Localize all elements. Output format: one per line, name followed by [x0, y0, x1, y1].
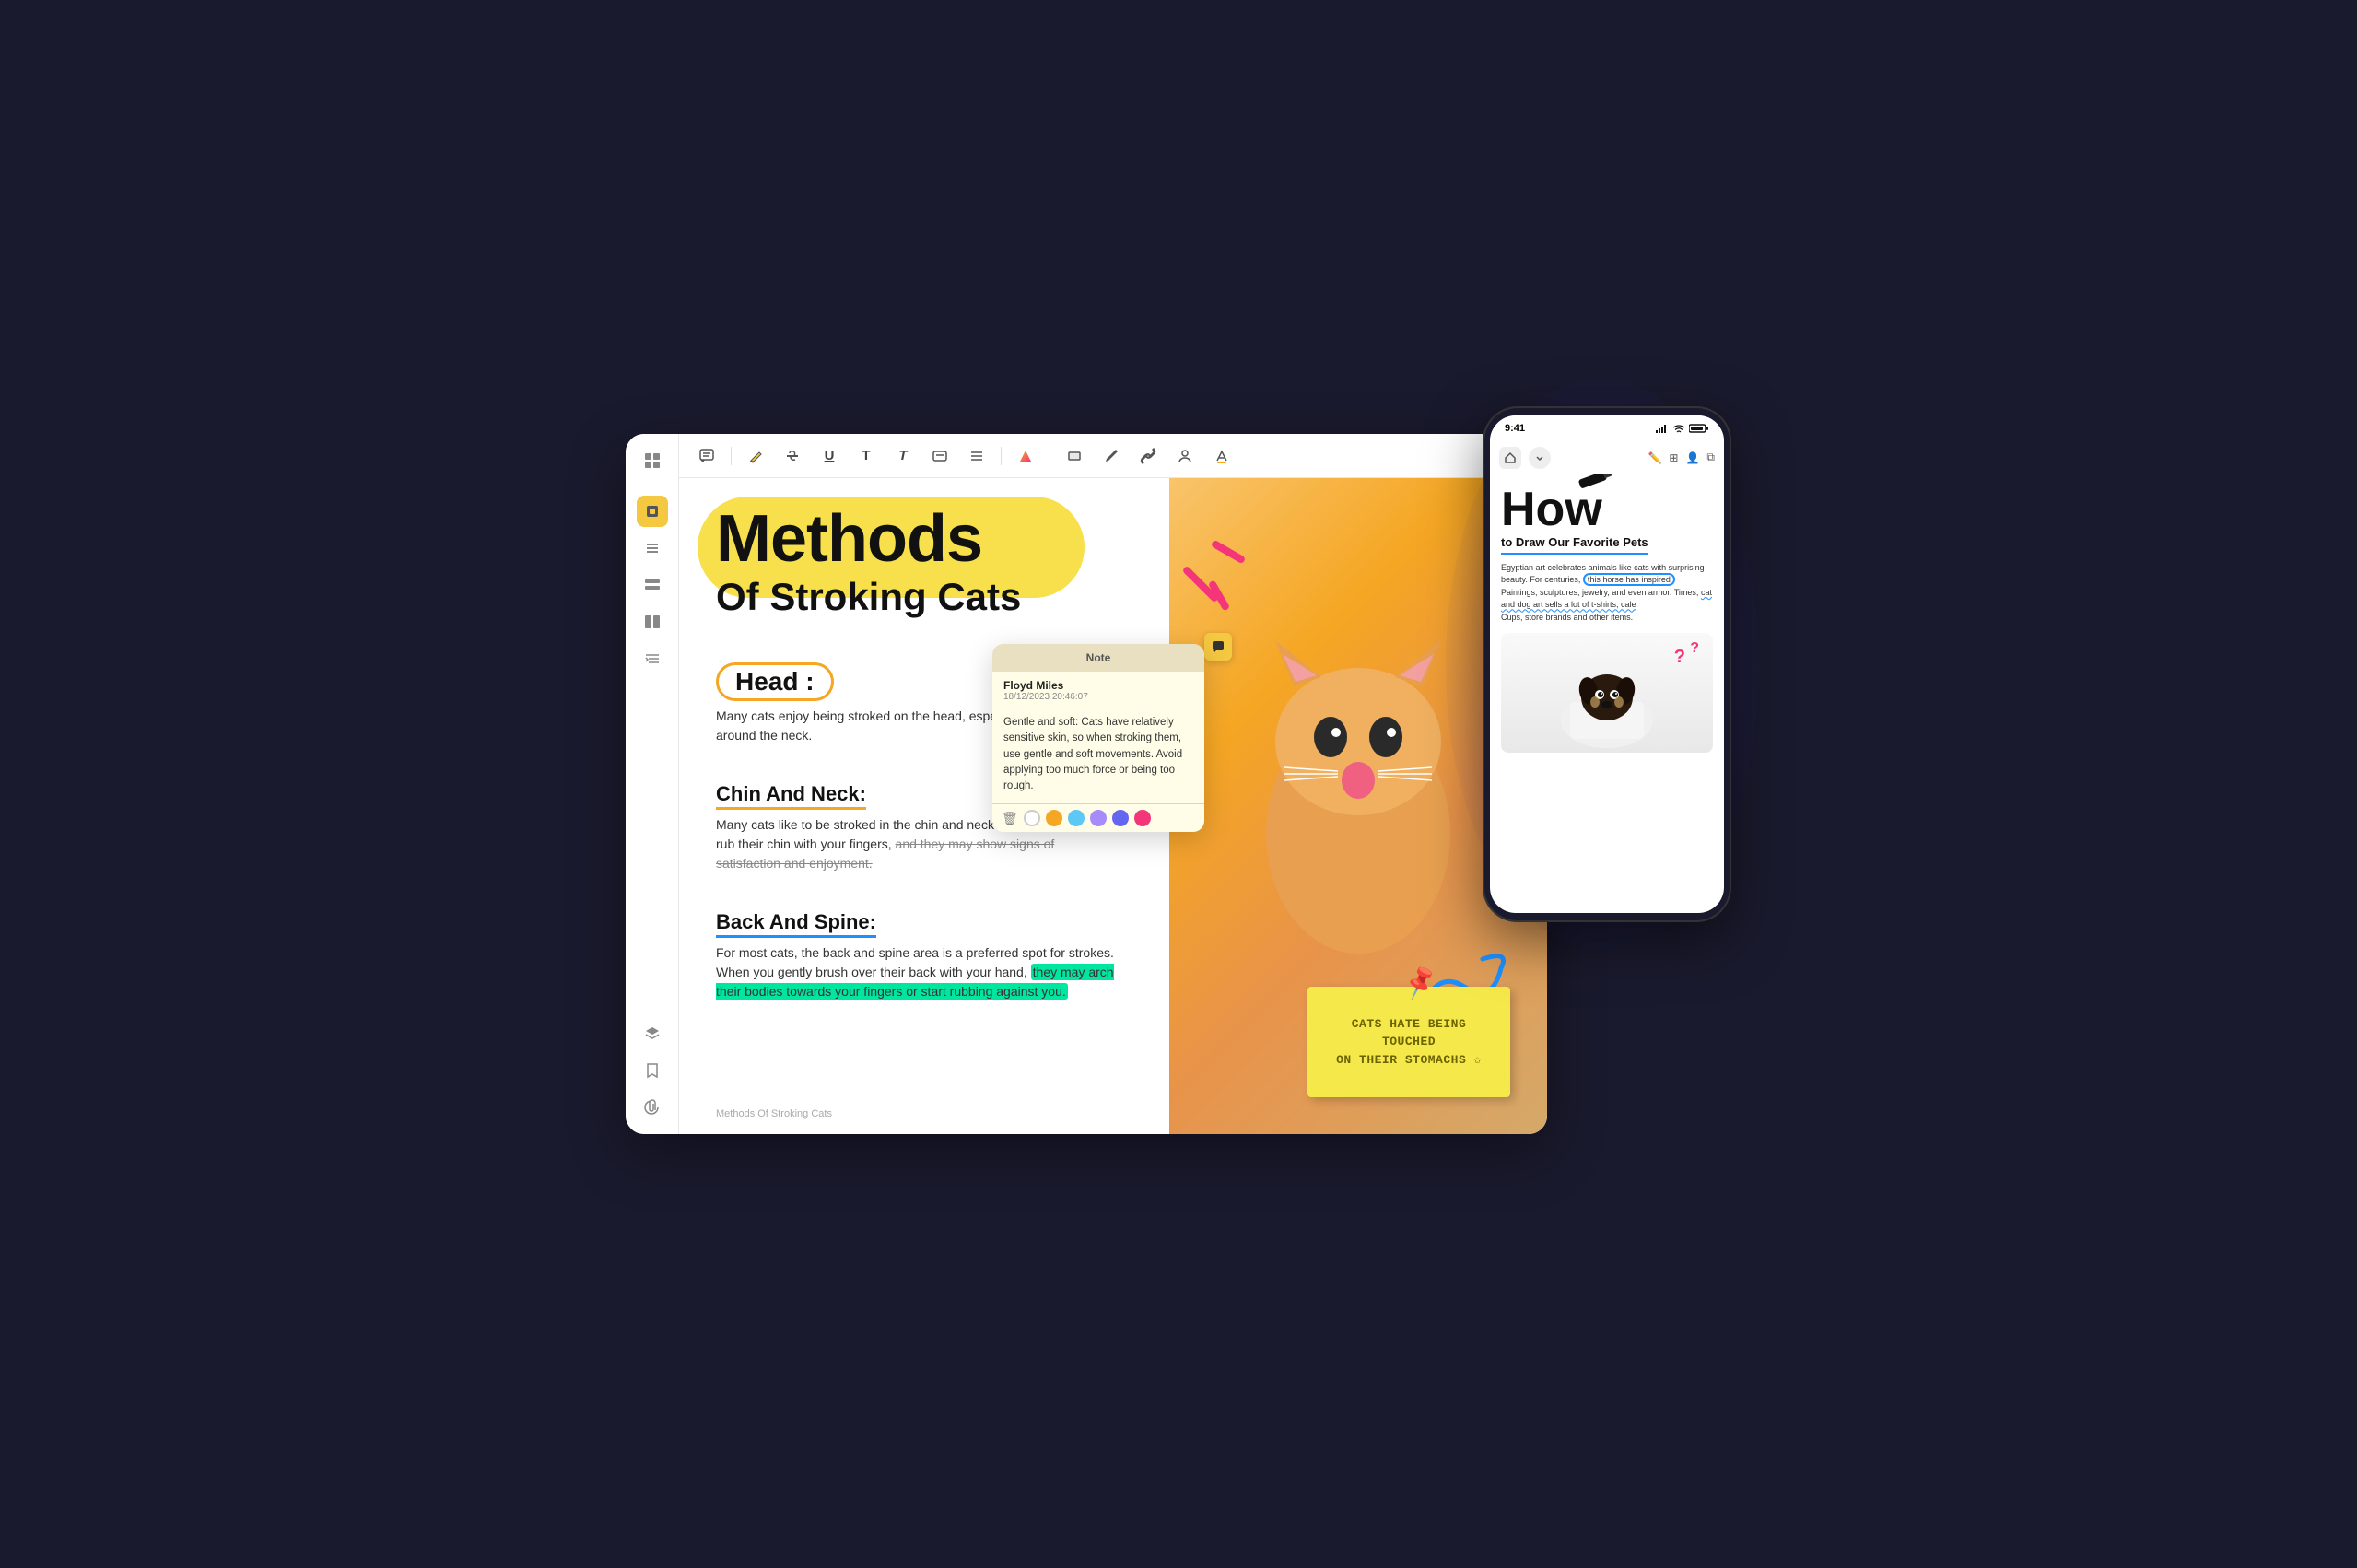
- main-area: U T T: [679, 434, 1547, 1134]
- phone-title-how: How: [1501, 486, 1602, 533]
- toolbar-bold-text-icon[interactable]: T: [890, 443, 916, 469]
- section2-body1: Many cats like to be stroked in the chin…: [716, 817, 1027, 832]
- sidebar-icon-bookmark[interactable]: [637, 1055, 668, 1086]
- phone-signal-icons: [1656, 424, 1709, 433]
- doc-footer: Methods Of Stroking Cats: [716, 1108, 832, 1119]
- phone-person-icon[interactable]: 👤: [1685, 451, 1699, 464]
- scene: U T T: [626, 406, 1731, 1162]
- phone-status-bar: 9:41: [1490, 415, 1724, 441]
- phone-share-icon[interactable]: ⊞: [1669, 451, 1678, 464]
- toolbar-person-icon[interactable]: [1172, 443, 1198, 469]
- section3-body: For most cats, the back and spine area i…: [716, 943, 1140, 1001]
- toolbar-rectangle-icon[interactable]: [1061, 443, 1087, 469]
- section2-body3: satisfaction and enjoyment.: [716, 856, 873, 871]
- back-spine-title: Back And Spine:: [716, 910, 876, 938]
- toolbar-comment-icon[interactable]: [694, 443, 720, 469]
- note-popup: Note Floyd Miles 18/12/2023 20:46:07 Gen…: [992, 644, 1204, 832]
- phone-copy-icon[interactable]: ⧉: [1706, 451, 1715, 464]
- doc-title-methods: Methods: [716, 506, 1510, 572]
- qmark1: ?: [1674, 647, 1685, 668]
- phone-doc-content: How to Draw Our Favorite Pets Egyptian a…: [1490, 474, 1724, 913]
- toolbar-strikethrough-icon[interactable]: [780, 443, 805, 469]
- doc-content: Methods Of Stroking Cats Head : Many cat…: [679, 478, 1547, 1134]
- phone-time: 9:41: [1505, 423, 1525, 434]
- toolbar-fontcolor-icon[interactable]: [1209, 443, 1235, 469]
- qmark2: ?: [1690, 640, 1699, 657]
- toolbar-text-icon[interactable]: T: [853, 443, 879, 469]
- sidebar-icon-highlight[interactable]: [637, 496, 668, 527]
- toolbar-textbox-icon[interactable]: [927, 443, 953, 469]
- phone-highlighted-text: this horse has inspired: [1583, 573, 1675, 586]
- note-date: 18/12/2023 20:46:07: [1003, 692, 1193, 702]
- phone-dog-image: ? ?: [1501, 633, 1713, 753]
- sidebar-icon-grid[interactable]: [637, 445, 668, 476]
- toolbar-list-icon[interactable]: [964, 443, 990, 469]
- note-trash-icon[interactable]: 🗑: [1002, 811, 1018, 826]
- note-color-blue[interactable]: [1068, 810, 1085, 826]
- toolbar-sep2: [1001, 447, 1002, 465]
- note-footer: 🗑: [992, 803, 1204, 832]
- phone-title-container: How: [1501, 486, 1602, 533]
- toolbar-link-icon[interactable]: [1135, 443, 1161, 469]
- note-author: Floyd Miles: [1003, 679, 1193, 692]
- phone-body2: Paintings, sculptures, jewelry, and even…: [1501, 588, 1698, 597]
- toolbar-gradient-icon[interactable]: [1013, 443, 1038, 469]
- chin-neck-title: Chin And Neck:: [716, 782, 866, 810]
- sidebar-icon-list[interactable]: [637, 532, 668, 564]
- sidebar-icon-layers[interactable]: [637, 1018, 668, 1049]
- note-trigger-icon[interactable]: [1204, 633, 1232, 661]
- phone: 9:41 ✏️ ⊞ 👤 ⧉: [1483, 406, 1731, 922]
- note-color-white[interactable]: [1024, 810, 1040, 826]
- doc-title-sub: Of Stroking Cats: [716, 576, 1510, 618]
- sidebar-icon-grid2[interactable]: [637, 569, 668, 601]
- phone-body-text: Egyptian art celebrates animals like cat…: [1501, 562, 1713, 625]
- sticky-note-text: CATS HATE BEING TOUCHEDON THEIR STOMACHS…: [1322, 1015, 1495, 1070]
- sticky-note-bottom: CATS HATE BEING TOUCHEDON THEIR STOMACHS…: [1307, 987, 1510, 1097]
- section2-body2: rub their chin with your fingers,: [716, 837, 892, 851]
- sidebar: [626, 434, 679, 1134]
- sidebar-icon-attachment[interactable]: [637, 1092, 668, 1123]
- head-label: Head :: [716, 662, 834, 701]
- section2-strikethrough: and they may show signs of: [896, 837, 1055, 851]
- toolbar-underline-icon[interactable]: U: [816, 443, 842, 469]
- note-body: Gentle and soft: Cats have relatively se…: [992, 706, 1204, 803]
- toolbar-sep1: [731, 447, 732, 465]
- note-color-purple[interactable]: [1090, 810, 1107, 826]
- phone-dropdown-icon[interactable]: [1529, 447, 1551, 469]
- phone-home-icon[interactable]: [1499, 447, 1521, 469]
- phone-icons-bar: ✏️ ⊞ 👤 ⧉: [1490, 441, 1724, 474]
- note-color-pink[interactable]: [1134, 810, 1151, 826]
- sidebar-icon-columns[interactable]: [637, 606, 668, 638]
- tablet: U T T: [626, 434, 1547, 1134]
- phone-title-sub: to Draw Our Favorite Pets: [1501, 535, 1648, 555]
- cat-illustration: [1229, 631, 1487, 981]
- note-header: Note: [992, 644, 1204, 672]
- toolbar-highlight-icon[interactable]: [743, 443, 768, 469]
- toolbar: U T T: [679, 434, 1547, 478]
- sidebar-icon-indent[interactable]: [637, 643, 668, 674]
- phone-screen: 9:41 ✏️ ⊞ 👤 ⧉: [1490, 415, 1724, 913]
- phone-pencil-icon[interactable]: ✏️: [1648, 451, 1661, 464]
- note-color-indigo[interactable]: [1112, 810, 1129, 826]
- dog-illustration: [1552, 638, 1662, 748]
- phone-body3: Cups, store brands and other items.: [1501, 613, 1633, 622]
- toolbar-pen-icon[interactable]: [1098, 443, 1124, 469]
- note-color-orange[interactable]: [1046, 810, 1062, 826]
